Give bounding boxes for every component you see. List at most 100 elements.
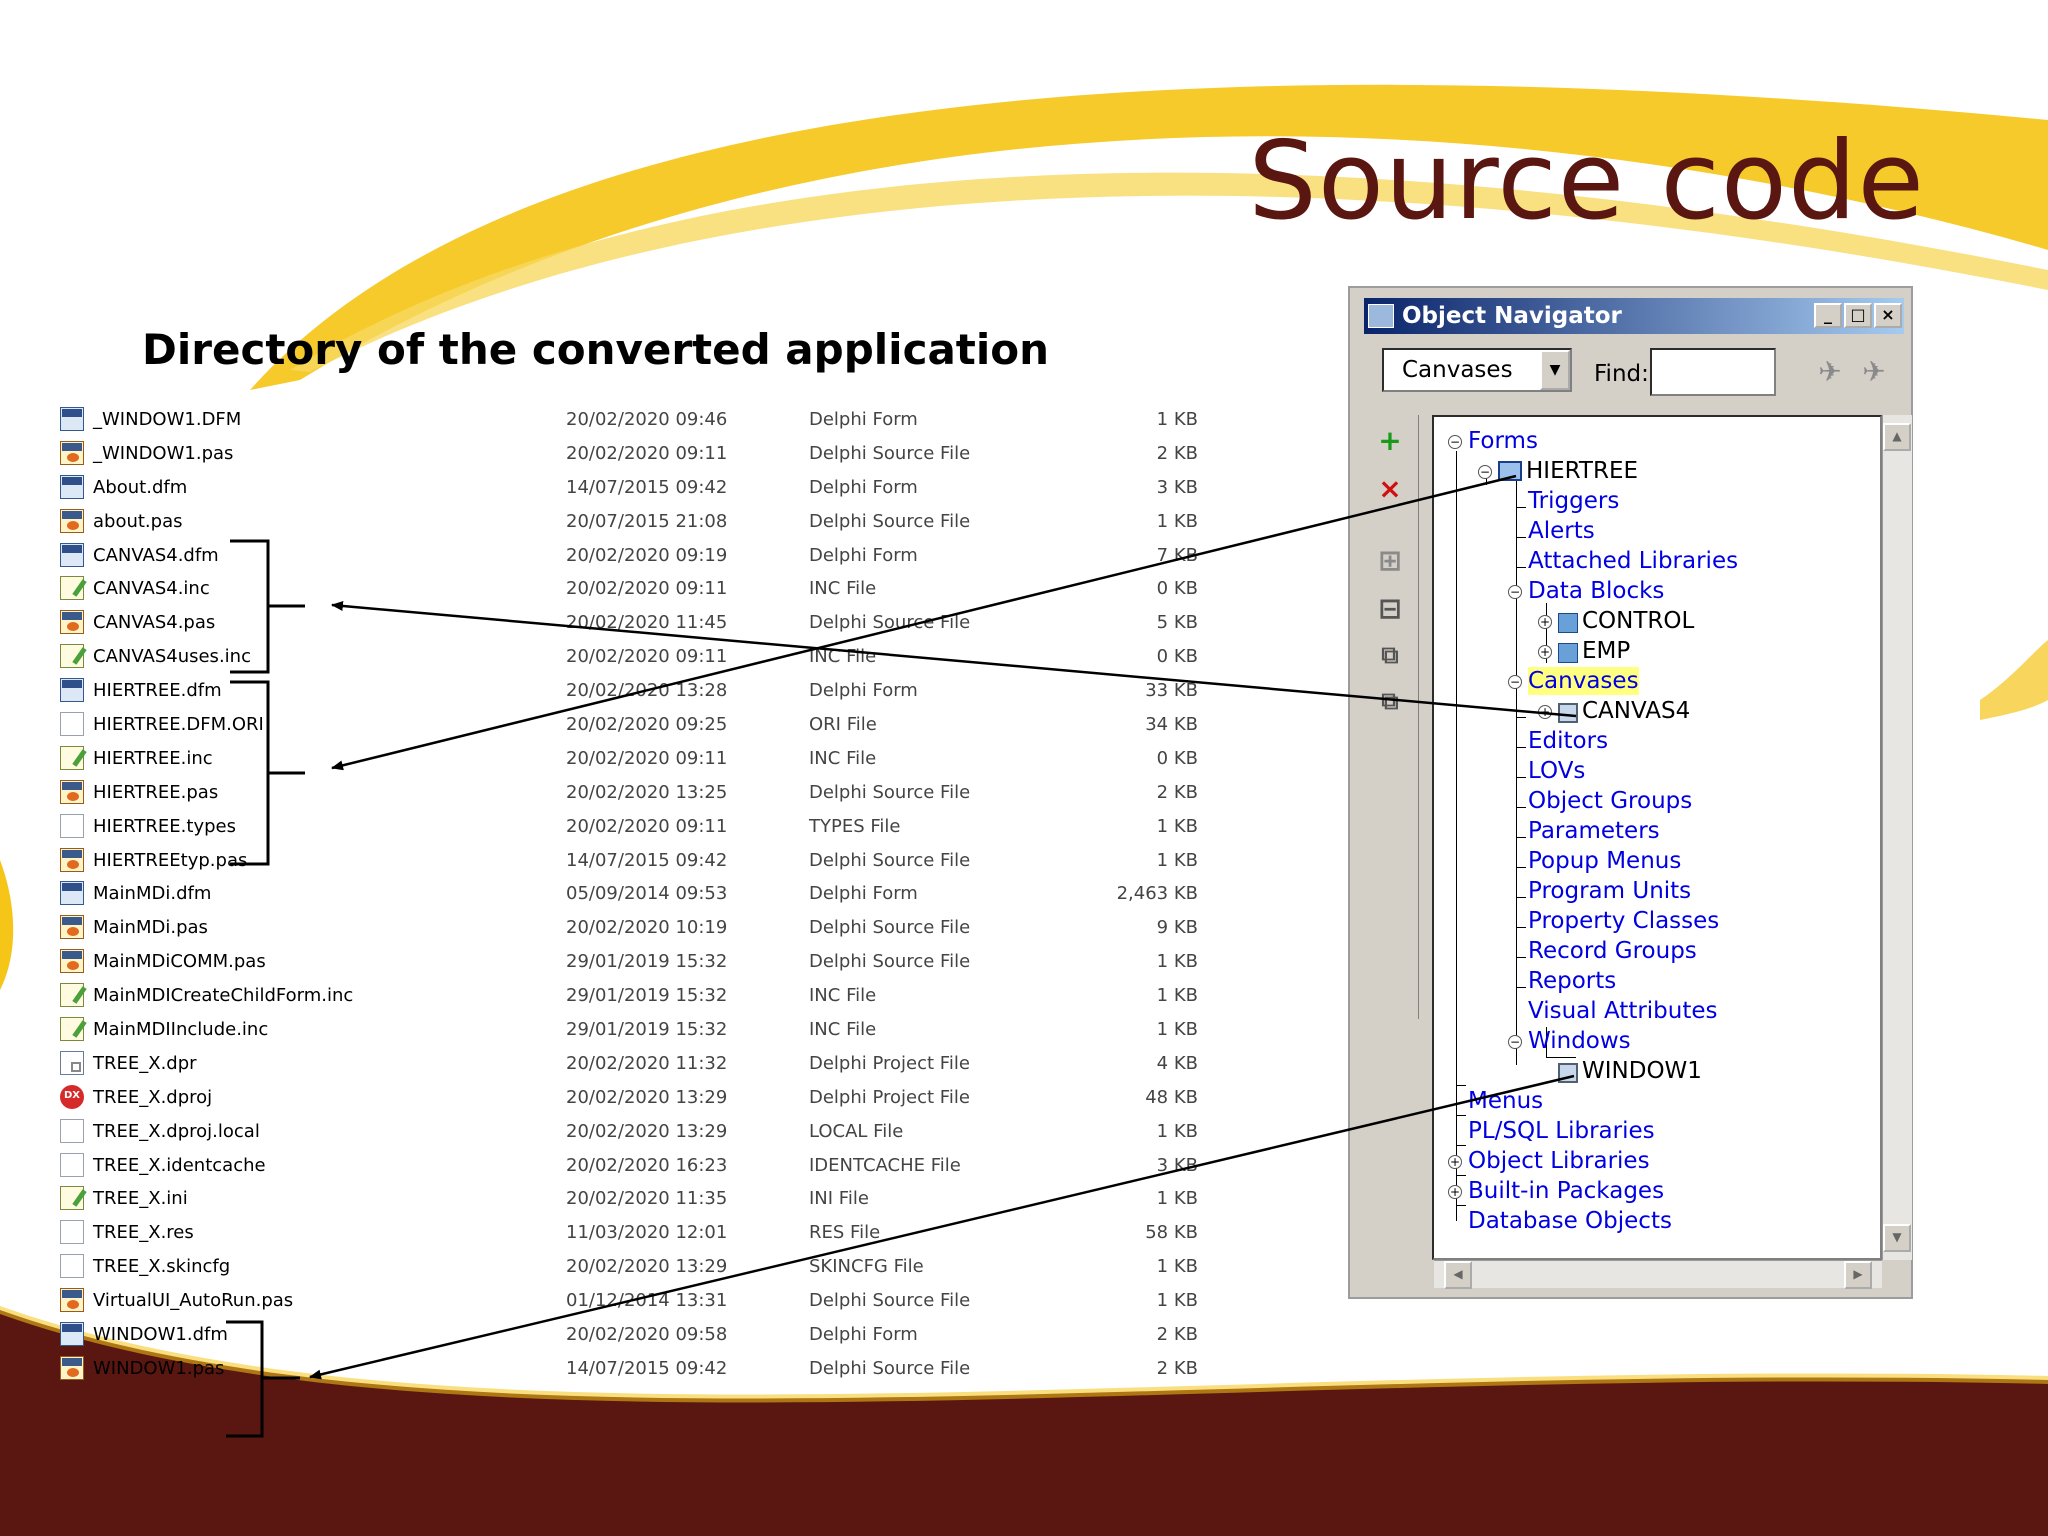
expand-icon[interactable]: + [1448,1185,1462,1199]
expand-icon[interactable]: + [1538,615,1552,629]
collapse-icon[interactable]: ⧉ [1372,683,1408,719]
file-row[interactable]: CANVAS4.pas 20/02/2020 11:45 Delphi Source… [58,606,1198,640]
file-size: 1 KB [1156,1120,1198,1142]
file-row[interactable]: About.dfm 14/07/2015 09:42 Delphi Form 3 KB [58,471,1198,505]
tree-node-forms[interactable]: Forms [1468,427,1538,455]
tree-node-editors[interactable]: Editors [1528,727,1608,755]
scroll-right-icon[interactable]: ▶ [1844,1261,1872,1289]
blank-file-icon [60,1254,84,1279]
file-size: 1 KB [1156,1019,1198,1041]
file-name: HIERTREE.types [93,815,236,837]
tree-node-windows[interactable]: Windows [1528,1027,1631,1055]
tree-node-hiertree[interactable]: HIERTREE [1526,457,1638,485]
tree-node-window1[interactable]: WINDOW1 [1582,1057,1702,1085]
file-row[interactable]: MainMDi.pas 20/02/2020 10:19 Delphi Source… [58,911,1198,945]
expand-icon[interactable]: + [1448,1155,1462,1169]
file-date: 20/02/2020 09:11 [566,646,728,668]
file-row[interactable]: HIERTREE.DFM.ORI 20/02/2020 09:25 ORI File… [58,708,1198,742]
file-row[interactable]: TREE_X.dproj 20/02/2020 13:29 Delphi Proje… [58,1081,1198,1115]
file-row[interactable]: VirtualUI_AutoRun.pas 01/12/2014 13:31 Del… [58,1284,1198,1318]
file-row[interactable]: HIERTREE.inc 20/02/2020 09:11 INC File 0 KB [58,742,1198,776]
create-icon[interactable]: + [1372,423,1408,459]
tree-node-database-objects[interactable]: Database Objects [1468,1207,1672,1235]
file-row[interactable]: CANVAS4uses.inc 20/02/2020 09:11 INC File 0… [58,640,1198,674]
maximize-button[interactable]: □ [1844,303,1872,328]
tree-node-reports[interactable]: Reports [1528,967,1616,995]
tree-node-built-in-packages[interactable]: Built-in Packages [1468,1177,1664,1205]
file-row[interactable]: WINDOW1.pas 14/07/2015 09:42 Delphi Source… [58,1352,1198,1386]
tree-node-object-libraries[interactable]: Object Libraries [1468,1147,1650,1175]
tree-node-canvas4[interactable]: CANVAS4 [1582,697,1690,725]
file-row[interactable]: HIERTREE.dfm 20/02/2020 13:28 Delphi Form 3… [58,674,1198,708]
scroll-left-icon[interactable]: ◀ [1444,1261,1472,1289]
collapse-icon[interactable]: − [1478,465,1492,479]
tree-node-program-units[interactable]: Program Units [1528,877,1691,905]
horizontal-scrollbar[interactable]: ◀ ▶ [1434,1260,1882,1289]
file-row[interactable]: TREE_X.ini 20/02/2020 11:35 INI File 1 KB [58,1182,1198,1216]
file-date: 29/01/2019 15:32 [566,1019,728,1041]
tree-node-triggers[interactable]: Triggers [1528,487,1619,515]
file-row[interactable]: HIERTREE.pas 20/02/2020 13:25 Delphi Sourc… [58,776,1198,810]
file-row[interactable]: HIERTREE.types 20/02/2020 09:11 TYPES File… [58,810,1198,844]
file-row[interactable]: CANVAS4.inc 20/02/2020 09:11 INC File 0 KB [58,572,1198,606]
file-row[interactable]: TREE_X.res 11/03/2020 12:01 RES File 58 KB [58,1216,1198,1250]
file-type: Delphi Form [809,544,918,566]
find-input[interactable] [1650,348,1776,396]
tree-node-parameters[interactable]: Parameters [1528,817,1660,845]
collapse-icon[interactable]: − [1508,1035,1522,1049]
tree-node-canvases[interactable]: Canvases [1528,667,1639,695]
file-row[interactable]: TREE_X.skincfg 20/02/2020 13:29 SKINCFG Fi… [58,1250,1198,1284]
file-row[interactable]: MainMDICreateChildForm.inc 29/01/2019 15:… [58,979,1198,1013]
vertical-scrollbar[interactable]: ▲ ▼ [1882,415,1912,1260]
file-row[interactable]: WINDOW1.dfm 20/02/2020 09:58 Delphi Form 2 … [58,1318,1198,1352]
expand-icon[interactable]: + [1538,645,1552,659]
delphi-source-icon [60,610,84,635]
tree-node-control[interactable]: CONTROL [1582,607,1694,635]
scroll-down-icon[interactable]: ▼ [1883,1224,1911,1252]
file-row[interactable]: MainMDIInclude.inc 29/01/2019 15:32 INC Fi… [58,1013,1198,1047]
file-row[interactable]: TREE_X.dproj.local 20/02/2020 13:29 LOCAL … [58,1115,1198,1149]
tree-node-data-blocks[interactable]: Data Blocks [1528,577,1664,605]
file-row[interactable]: _WINDOW1.DFM 20/02/2020 09:46 Delphi Form 1… [58,403,1198,437]
scroll-up-icon[interactable]: ▲ [1883,423,1911,451]
tree-node-menus[interactable]: Menus [1468,1087,1543,1115]
collapse-icon[interactable]: − [1448,435,1462,449]
tree-node-record-groups[interactable]: Record Groups [1528,937,1697,965]
delete-icon[interactable]: × [1372,471,1408,507]
title-bar[interactable]: Object Navigator _ □ × [1364,298,1904,334]
file-row[interactable]: HIERTREEtyp.pas 14/07/2015 09:42 Delphi So… [58,844,1198,878]
tree-node-attached-libraries[interactable]: Attached Libraries [1528,547,1738,575]
tree-node-emp[interactable]: EMP [1582,637,1630,665]
file-row[interactable]: MainMDi.dfm 05/09/2014 09:53 Delphi Form 2,… [58,877,1198,911]
collapse-all-icon[interactable]: ⊟ [1372,591,1408,627]
tree-node-alerts[interactable]: Alerts [1528,517,1595,545]
tree-node-plsql-libraries[interactable]: PL/SQL Libraries [1468,1117,1655,1145]
tree-node-object-groups[interactable]: Object Groups [1528,787,1692,815]
node-type-dropdown[interactable]: Canvases ▼ [1382,348,1572,392]
file-row[interactable]: TREE_X.identcache 20/02/2020 16:23 IDENTCA… [58,1149,1198,1183]
file-row[interactable]: TREE_X.dpr 20/02/2020 11:32 Delphi Project… [58,1047,1198,1081]
file-type: Delphi Source File [809,442,971,464]
expand-icon[interactable]: ⧉ [1372,637,1408,673]
file-name: TREE_X.res [93,1222,194,1244]
tree-node-visual-attributes[interactable]: Visual Attributes [1528,997,1718,1025]
file-row[interactable]: _WINDOW1.pas 20/02/2020 09:11 Delphi Sourc… [58,437,1198,471]
search-backward-icon[interactable]: ✈ [1812,354,1848,390]
minimize-button[interactable]: _ [1814,303,1842,328]
chevron-down-icon[interactable]: ▼ [1540,350,1570,390]
expand-all-icon[interactable]: ⊞ [1372,543,1408,579]
collapse-icon[interactable]: − [1508,675,1522,689]
tree-node-popup-menus[interactable]: Popup Menus [1528,847,1681,875]
search-forward-icon[interactable]: ✈ [1856,354,1892,390]
file-row[interactable]: about.pas 20/07/2015 21:08 Delphi Source F… [58,505,1198,539]
delphi-form-icon [60,1322,84,1347]
tree-node-lovs[interactable]: LOVs [1528,757,1585,785]
file-type: Delphi Form [809,680,918,702]
expand-icon[interactable]: + [1538,705,1552,719]
file-row[interactable]: MainMDiCOMM.pas 29/01/2019 15:32 Delphi So… [58,945,1198,979]
close-button[interactable]: × [1874,303,1902,328]
file-row[interactable]: CANVAS4.dfm 20/02/2020 09:19 Delphi Form 7 … [58,539,1198,573]
collapse-icon[interactable]: − [1508,585,1522,599]
tree-node-property-classes[interactable]: Property Classes [1528,907,1719,935]
file-type: SKINCFG File [809,1256,924,1278]
